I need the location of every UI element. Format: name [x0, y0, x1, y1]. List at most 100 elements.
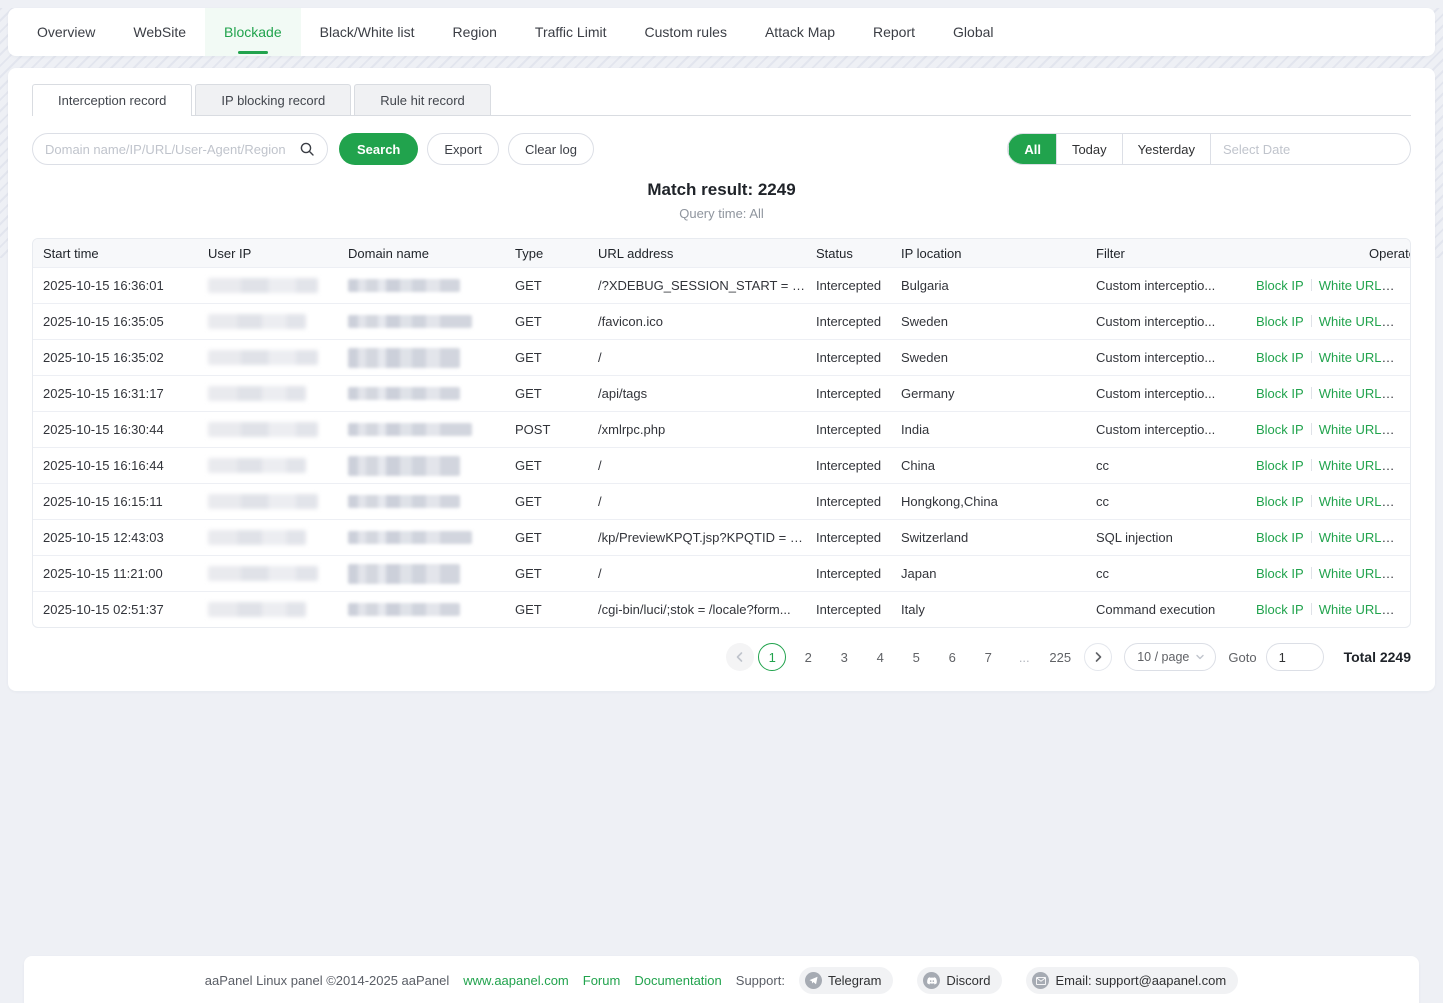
page-number[interactable]: 3	[830, 643, 858, 671]
block-ip-link[interactable]: Block IP	[1256, 278, 1304, 293]
block-ip-link[interactable]: Block IP	[1256, 314, 1304, 329]
block-ip-link[interactable]: Block IP	[1256, 458, 1304, 473]
white-url-link[interactable]: White URL	[1319, 566, 1395, 581]
page-number[interactable]: 6	[938, 643, 966, 671]
goto-page-input[interactable]	[1266, 643, 1324, 671]
nav-tab[interactable]: Attack Map	[746, 8, 854, 56]
telegram-chip[interactable]: Telegram	[799, 967, 893, 994]
export-button[interactable]: Export	[427, 133, 499, 165]
block-ip-link[interactable]: Block IP	[1256, 530, 1304, 545]
page-number[interactable]: 225	[1046, 643, 1074, 671]
details-link[interactable]: Details	[1397, 530, 1411, 545]
goto-label: Goto	[1228, 650, 1256, 665]
cell-start-time: 2025-10-15 16:35:05	[33, 303, 198, 339]
white-url-link[interactable]: White URL	[1319, 278, 1395, 293]
email-chip[interactable]: Email: support@aapanel.com	[1026, 967, 1238, 994]
details-link[interactable]: Details	[1397, 386, 1411, 401]
white-url-link[interactable]: White URL	[1319, 458, 1395, 473]
date-picker-input[interactable]	[1223, 142, 1399, 157]
white-url-link[interactable]: White URL	[1319, 350, 1395, 365]
cell-type: GET	[505, 447, 588, 483]
record-tab[interactable]: Interception record	[32, 84, 192, 116]
record-tab[interactable]: IP blocking record	[195, 84, 351, 115]
page-number[interactable]: 4	[866, 643, 894, 671]
block-ip-link[interactable]: Block IP	[1256, 602, 1304, 617]
cell-filter: Command execution	[1086, 591, 1246, 627]
nav-tab[interactable]: Traffic Limit	[516, 8, 626, 56]
forum-link[interactable]: Forum	[583, 973, 621, 988]
details-link[interactable]: Details	[1397, 494, 1411, 509]
search-icon[interactable]	[299, 141, 315, 157]
documentation-link[interactable]: Documentation	[634, 973, 721, 988]
operate-divider	[1311, 567, 1312, 579]
details-link[interactable]: Details	[1397, 314, 1411, 329]
block-ip-link[interactable]: Block IP	[1256, 386, 1304, 401]
nav-tab[interactable]: Region	[434, 8, 516, 56]
cell-filter: cc	[1086, 483, 1246, 519]
block-ip-link[interactable]: Block IP	[1256, 494, 1304, 509]
cell-operate: Block IP White URLDetails	[1246, 483, 1411, 519]
table-row: 2025-10-15 11:21:00 GET / Intercepted Ja…	[33, 555, 1411, 591]
cell-operate: Block IP White URLDetails	[1246, 339, 1411, 375]
details-link[interactable]: Details	[1397, 422, 1411, 437]
cell-ip-location: Japan	[891, 555, 1086, 591]
white-url-link[interactable]: White URL	[1319, 602, 1395, 617]
website-link[interactable]: www.aapanel.com	[463, 973, 569, 988]
clear-log-button[interactable]: Clear log	[508, 133, 594, 165]
record-tab[interactable]: Rule hit record	[354, 84, 491, 115]
details-link[interactable]: Details	[1397, 278, 1411, 293]
white-url-link[interactable]: White URL	[1319, 422, 1395, 437]
nav-tab[interactable]: Report	[854, 8, 934, 56]
cell-status: Intercepted	[806, 411, 891, 447]
prev-page-button[interactable]	[726, 643, 754, 671]
details-link[interactable]: Details	[1397, 602, 1411, 617]
block-ip-link[interactable]: Block IP	[1256, 566, 1304, 581]
cell-ip-location: Hongkong,China	[891, 483, 1086, 519]
page-number[interactable]: ...	[1010, 643, 1038, 671]
white-url-link[interactable]: White URL	[1319, 530, 1395, 545]
cell-operate: Block IP White URLDetails	[1246, 591, 1411, 627]
discord-chip[interactable]: Discord	[917, 967, 1002, 994]
cell-operate: Block IP White URLDetails	[1246, 519, 1411, 555]
nav-tab[interactable]: Overview	[18, 8, 114, 56]
block-ip-link[interactable]: Block IP	[1256, 422, 1304, 437]
white-url-link[interactable]: White URL	[1319, 314, 1395, 329]
page-number[interactable]: 5	[902, 643, 930, 671]
cell-type: GET	[505, 591, 588, 627]
cell-url: /	[588, 447, 806, 483]
date-filter-option[interactable]: All	[1008, 134, 1056, 164]
date-filter-option[interactable]: Today	[1056, 134, 1122, 164]
page-number[interactable]: 1	[758, 643, 786, 671]
nav-tab-label: Blockade	[224, 24, 282, 40]
cell-operate: Block IP White URLDetails	[1246, 303, 1411, 339]
operate-divider	[1311, 603, 1312, 615]
white-url-link[interactable]: White URL	[1319, 386, 1395, 401]
details-link[interactable]: Details	[1397, 458, 1411, 473]
redacted-domain-name	[348, 603, 460, 616]
details-link[interactable]: Details	[1397, 350, 1411, 365]
white-url-link[interactable]: White URL	[1319, 494, 1395, 509]
cell-domain-name	[338, 519, 505, 555]
record-tabs: Interception record IP blocking record R…	[32, 84, 1411, 116]
column-header: Status	[806, 239, 891, 267]
date-filter-option[interactable]: Yesterday	[1122, 134, 1210, 164]
nav-tab-label: Overview	[37, 24, 95, 40]
page-number[interactable]: 2	[794, 643, 822, 671]
next-page-button[interactable]	[1084, 643, 1112, 671]
nav-tab[interactable]: Black/White list	[301, 8, 434, 56]
nav-tab[interactable]: Blockade	[205, 8, 301, 56]
operate-divider	[1311, 495, 1312, 507]
search-button[interactable]: Search	[339, 133, 418, 165]
page-number[interactable]: 7	[974, 643, 1002, 671]
nav-tab[interactable]: Custom rules	[626, 8, 746, 56]
nav-tab[interactable]: Global	[934, 8, 1012, 56]
nav-tab[interactable]: WebSite	[114, 8, 205, 56]
redacted-domain-name	[348, 279, 460, 292]
per-page-select[interactable]: 10 / page	[1124, 643, 1216, 671]
cell-user-ip	[198, 411, 338, 447]
search-input[interactable]	[45, 142, 299, 157]
cell-filter: SQL injection	[1086, 519, 1246, 555]
block-ip-link[interactable]: Block IP	[1256, 350, 1304, 365]
cell-operate: Block IP White URLDetails	[1246, 375, 1411, 411]
details-link[interactable]: Details	[1397, 566, 1411, 581]
